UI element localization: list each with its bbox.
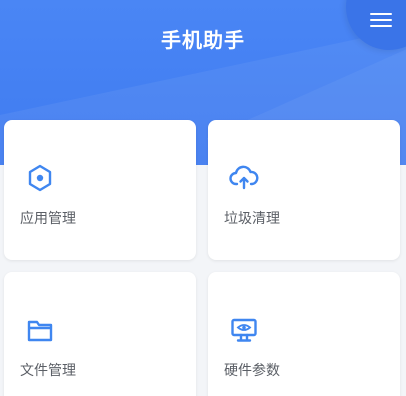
card-label: 应用管理 [20, 211, 76, 227]
card-hardware-params[interactable]: 硬件参数 [208, 272, 400, 396]
cloud-upload-icon [228, 162, 260, 194]
folder-icon [24, 314, 56, 346]
card-file-management[interactable]: 文件管理 [4, 272, 196, 396]
card-junk-cleanup[interactable]: 垃圾清理 [208, 120, 400, 260]
page-title: 手机助手 [161, 28, 245, 52]
card-label: 文件管理 [20, 363, 76, 379]
hexagon-app-icon [24, 162, 56, 194]
monitor-eye-icon [228, 314, 260, 346]
app-screen: 手机助手 应用管理 垃圾清理 文件管理 硬件参数 [0, 0, 406, 396]
card-label: 硬件参数 [224, 363, 280, 379]
hamburger-menu-icon[interactable] [370, 10, 394, 32]
card-app-management[interactable]: 应用管理 [4, 120, 196, 260]
card-label: 垃圾清理 [224, 211, 280, 227]
